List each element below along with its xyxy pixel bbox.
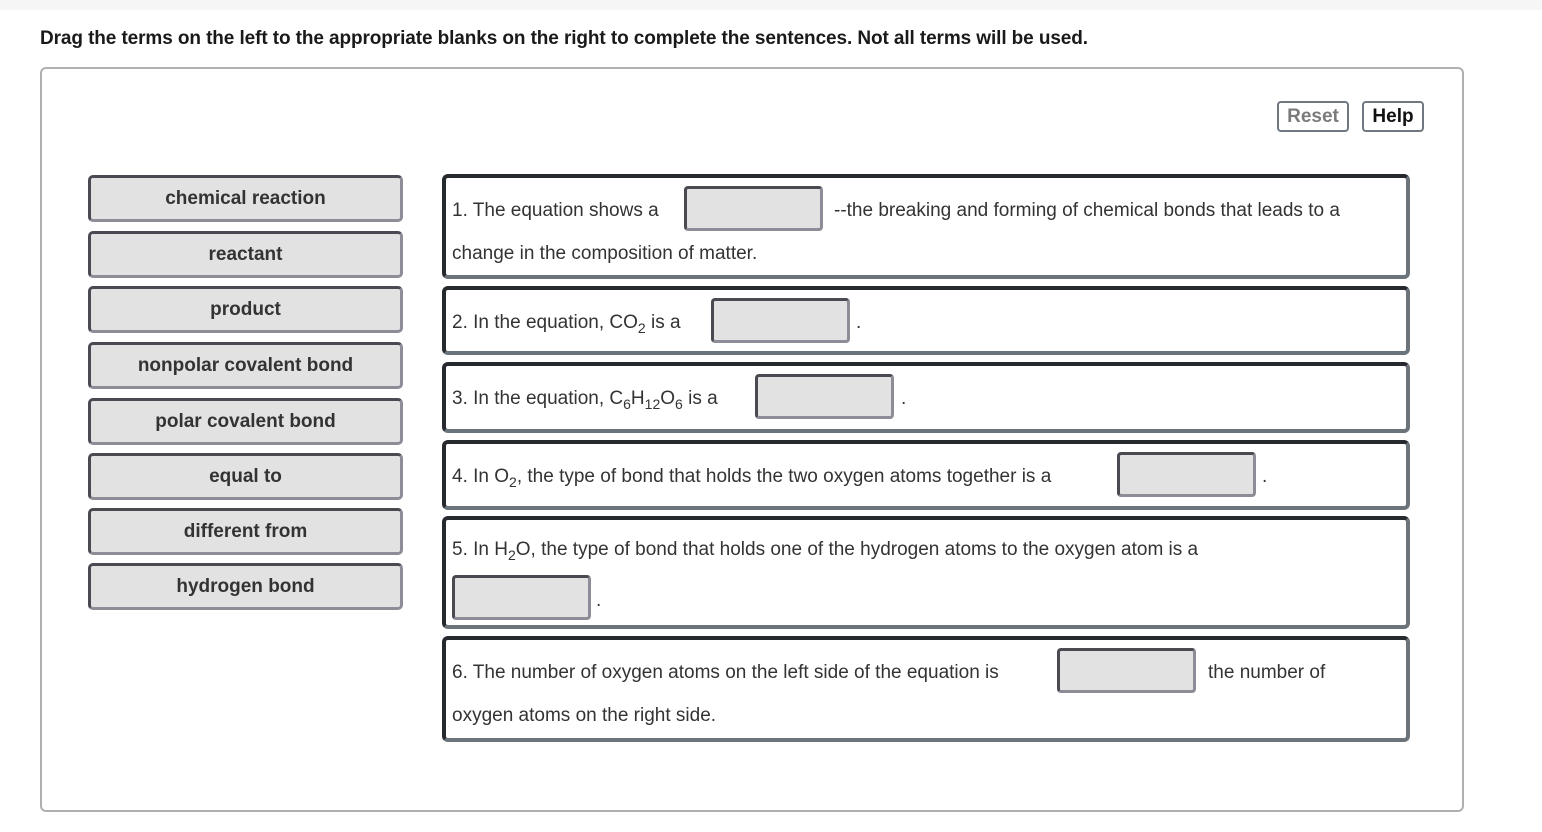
question-6-text-line2: oxygen atoms on the right side. [452, 705, 717, 726]
question-4-text: 4. In O2, the type of bond that holds th… [452, 466, 1052, 490]
question-1-text-after: --the breaking and forming of chemical b… [834, 200, 1340, 221]
question-3-text: 3. In the equation, C6H12O6 is a [452, 388, 718, 412]
question-3-period: . [901, 388, 907, 409]
top-bar [0, 0, 1542, 10]
term-chemical-reaction[interactable]: chemical reaction [88, 175, 403, 222]
question-1-blank[interactable] [684, 186, 823, 231]
question-2: 2. In the equation, CO2 is a . [442, 286, 1410, 355]
question-1: 1. The equation shows a --the breaking a… [442, 174, 1410, 279]
term-hydrogen-bond[interactable]: hydrogen bond [88, 563, 403, 610]
question-2-period: . [856, 312, 862, 333]
reset-button[interactable]: Reset [1277, 101, 1349, 132]
question-3-blank[interactable] [755, 374, 894, 419]
term-nonpolar-covalent-bond[interactable]: nonpolar covalent bond [88, 342, 403, 389]
question-4-blank[interactable] [1117, 452, 1256, 497]
question-6-blank[interactable] [1057, 648, 1196, 693]
question-5-blank[interactable] [452, 575, 591, 620]
question-1-text-before: 1. The equation shows a [452, 200, 659, 221]
term-reactant[interactable]: reactant [88, 231, 403, 278]
term-different-from[interactable]: different from [88, 508, 403, 555]
question-5-text: 5. In H2O, the type of bond that holds o… [452, 539, 1199, 563]
question-3: 3. In the equation, C6H12O6 is a . [442, 362, 1410, 433]
question-2-blank[interactable] [711, 298, 850, 343]
question-4: 4. In O2, the type of bond that holds th… [442, 440, 1410, 510]
term-equal-to[interactable]: equal to [88, 453, 403, 500]
help-button[interactable]: Help [1362, 101, 1424, 132]
question-6-text-after: the number of [1208, 662, 1326, 683]
question-6-text-before: 6. The number of oxygen atoms on the lef… [452, 662, 999, 683]
question-6: 6. The number of oxygen atoms on the lef… [442, 636, 1410, 742]
question-4-period: . [1262, 466, 1268, 487]
question-5: 5. In H2O, the type of bond that holds o… [442, 516, 1410, 629]
term-polar-covalent-bond[interactable]: polar covalent bond [88, 398, 403, 445]
question-1-text-line2: change in the composition of matter. [452, 243, 758, 264]
question-5-period: . [596, 590, 602, 611]
term-product[interactable]: product [88, 286, 403, 333]
question-2-text: 2. In the equation, CO2 is a [452, 312, 681, 336]
instructions-text: Drag the terms on the left to the approp… [40, 28, 1088, 49]
